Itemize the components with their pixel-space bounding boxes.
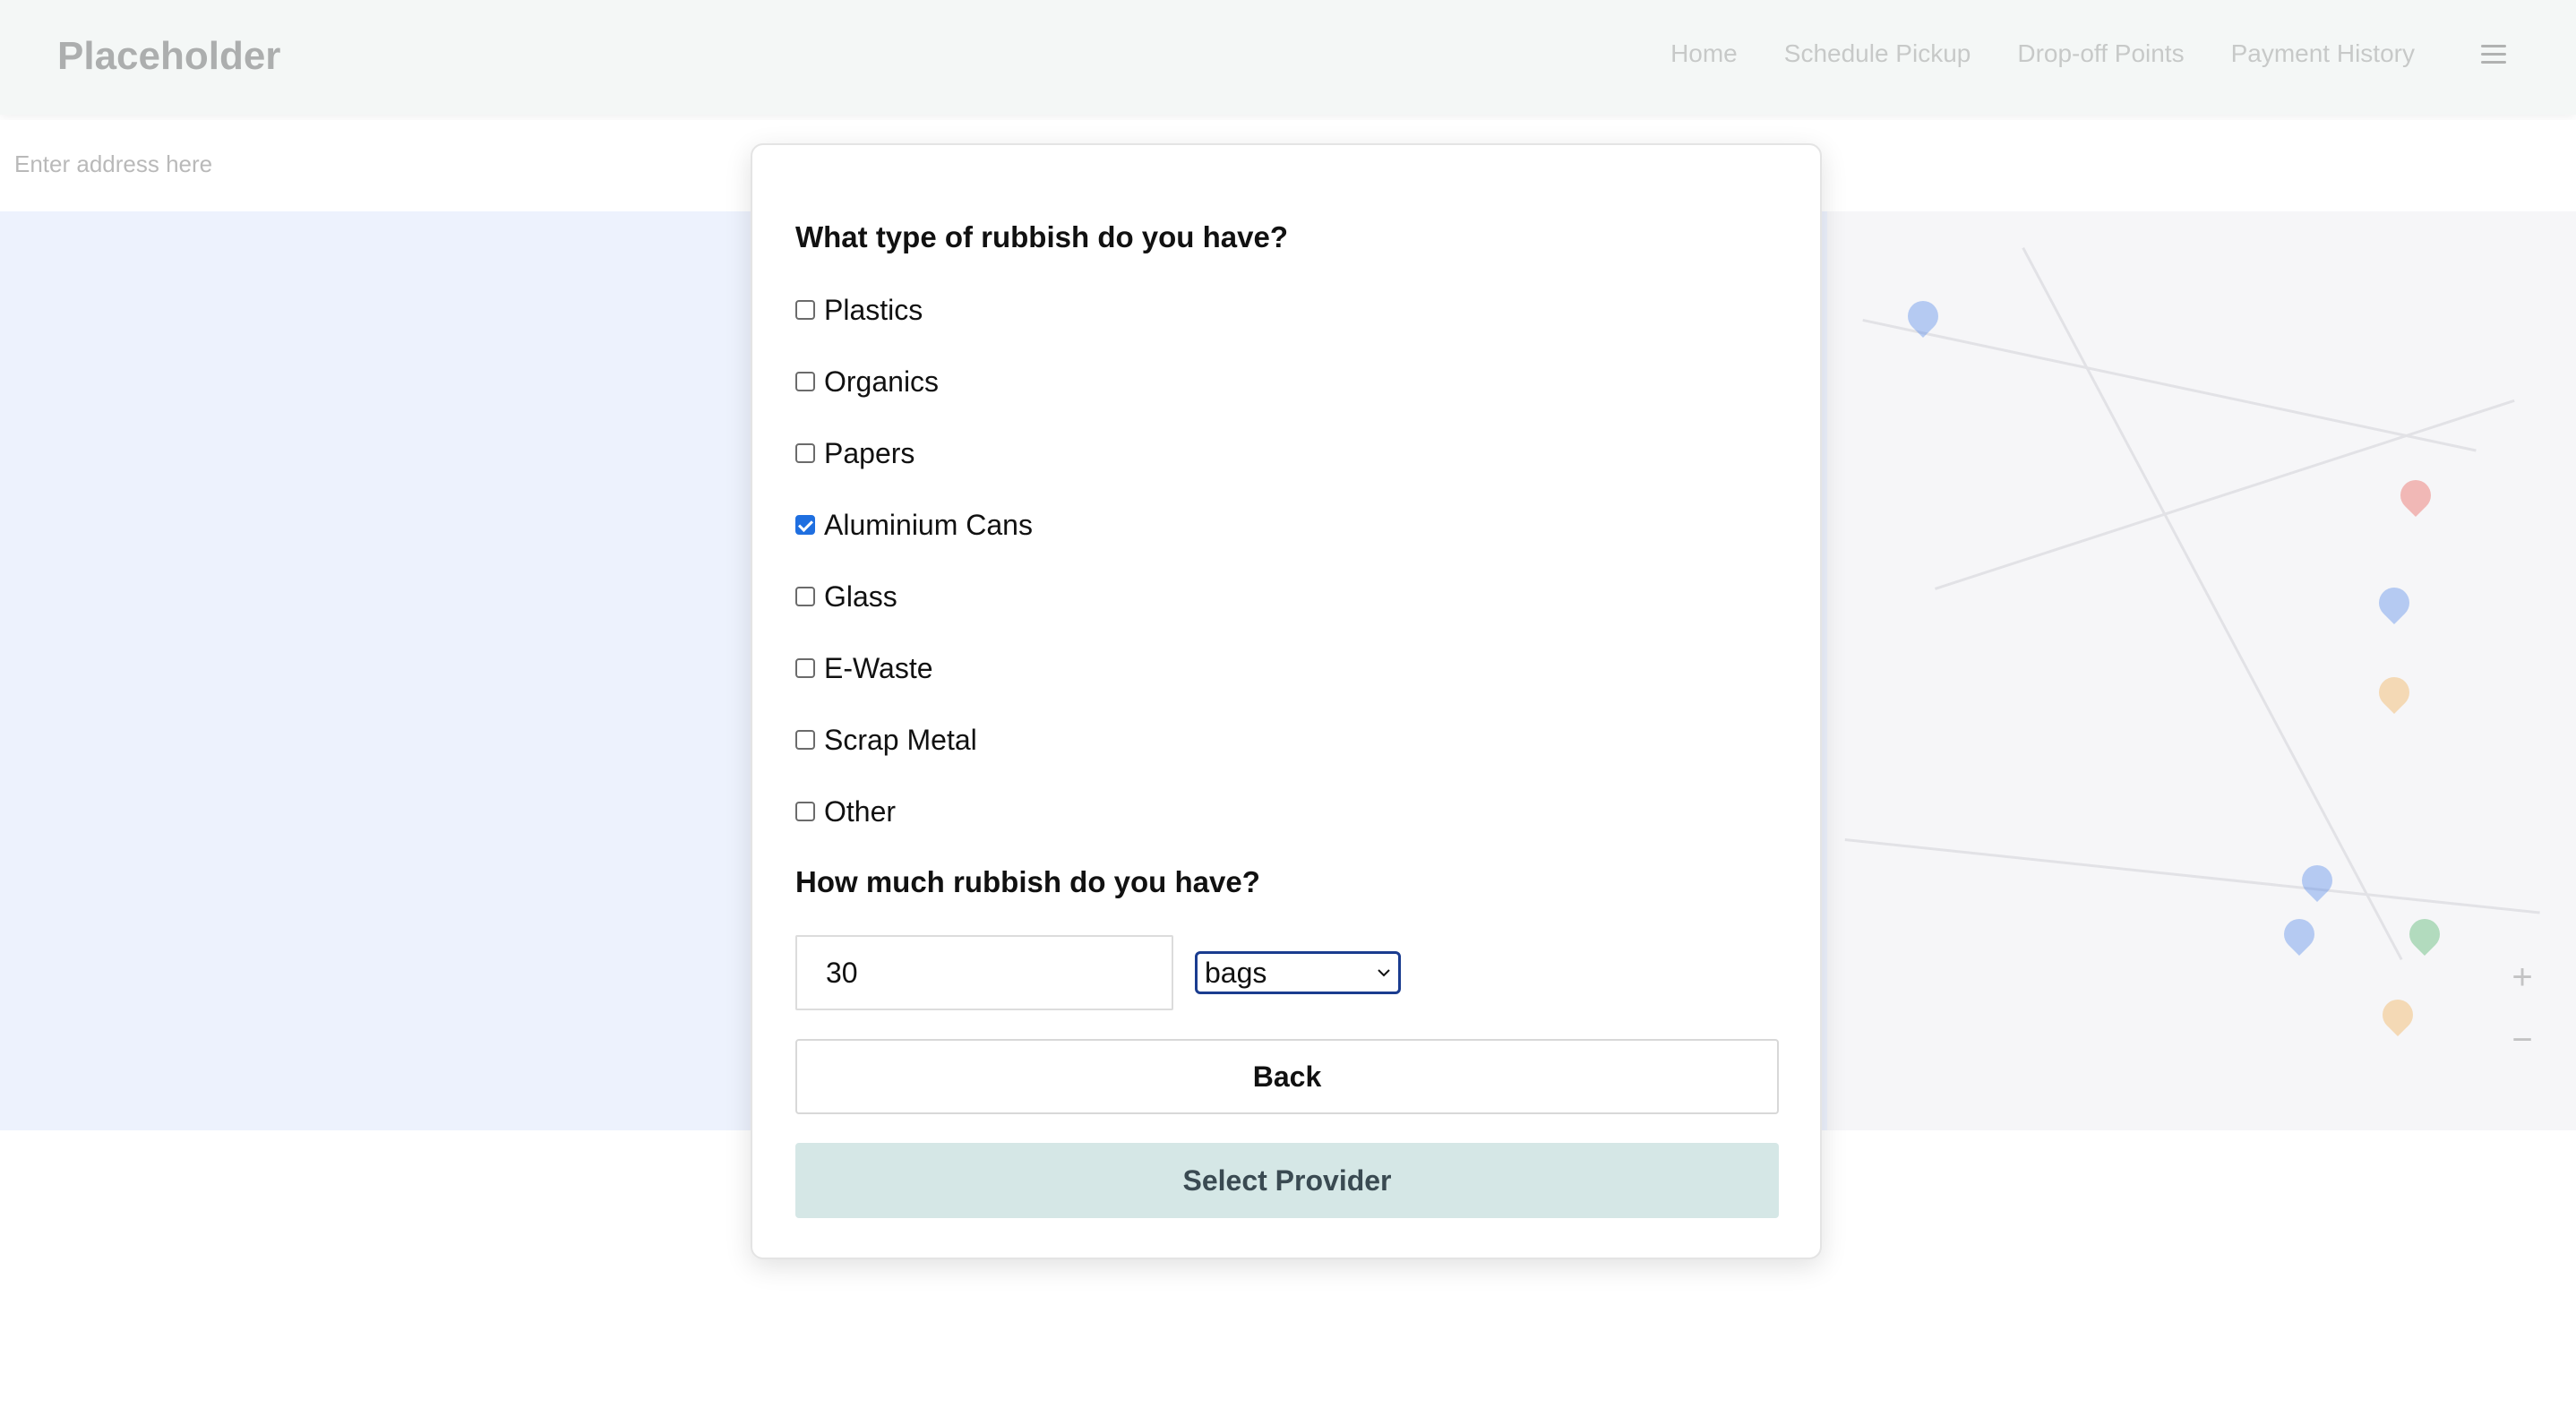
map-pin-icon[interactable] xyxy=(2277,912,2322,957)
option-papers[interactable]: Papers xyxy=(795,434,914,473)
quantity-input[interactable] xyxy=(795,935,1173,1010)
back-button[interactable]: Back xyxy=(795,1039,1779,1114)
option-e-waste[interactable]: E-Waste xyxy=(795,648,933,688)
chevron-down-icon xyxy=(1378,969,1390,977)
map-road xyxy=(2022,247,2403,961)
rubbish-details-modal: What type of rubbish do you have? Plasti… xyxy=(751,143,1822,1259)
nav-link-home[interactable]: Home xyxy=(1670,39,1738,68)
checkbox-glass[interactable] xyxy=(795,587,815,606)
option-scrap-metal[interactable]: Scrap Metal xyxy=(795,720,977,760)
option-label: Other xyxy=(824,794,897,828)
zoom-in-icon[interactable]: + xyxy=(2495,946,2549,1009)
map-pin-icon[interactable] xyxy=(2295,858,2340,903)
checkbox-organics[interactable] xyxy=(795,372,815,391)
map-pin-icon[interactable] xyxy=(2372,670,2417,715)
option-label: Organics xyxy=(824,365,940,398)
nav-link-schedule-pickup[interactable]: Schedule Pickup xyxy=(1784,39,1971,68)
rubbish-amount-question: How much rubbish do you have? xyxy=(795,865,1260,898)
option-glass[interactable]: Glass xyxy=(795,577,897,616)
menu-icon[interactable] xyxy=(2481,45,2506,64)
option-label: E-Waste xyxy=(824,651,933,684)
map-pin-icon[interactable] xyxy=(2372,580,2417,625)
map-pin-icon[interactable] xyxy=(2393,473,2438,518)
map-road xyxy=(1844,838,2540,914)
rubbish-type-question: What type of rubbish do you have? xyxy=(795,220,1289,253)
checkbox-other[interactable] xyxy=(795,802,815,821)
checkbox-aluminium-cans[interactable] xyxy=(795,515,815,535)
map-pin-icon[interactable] xyxy=(2375,992,2420,1037)
navbar: Placeholder Home Schedule Pickup Drop-of… xyxy=(0,0,2576,115)
option-plastics[interactable]: Plastics xyxy=(795,290,923,330)
option-other[interactable]: Other xyxy=(795,792,896,831)
option-label: Scrap Metal xyxy=(824,723,977,756)
select-provider-button[interactable]: Select Provider xyxy=(795,1143,1779,1218)
option-label: Papers xyxy=(824,436,915,469)
option-label: Aluminium Cans xyxy=(824,508,1033,541)
option-aluminium-cans[interactable]: Aluminium Cans xyxy=(795,505,1033,545)
option-label: Glass xyxy=(824,580,897,613)
unit-select[interactable]: bags xyxy=(1195,951,1401,994)
option-organics[interactable]: Organics xyxy=(795,362,939,401)
zoom-out-icon[interactable]: − xyxy=(2495,1009,2549,1071)
map-pin-icon[interactable] xyxy=(2402,912,2447,957)
checkbox-plastics[interactable] xyxy=(795,300,815,320)
brand-logo[interactable]: Placeholder xyxy=(57,34,280,79)
checkbox-e-waste[interactable] xyxy=(795,658,815,678)
map-zoom-controls: + − xyxy=(2495,946,2549,1071)
map-tiles xyxy=(1827,211,2576,1130)
nav-link-drop-off-points[interactable]: Drop-off Points xyxy=(2017,39,2184,68)
unit-select-value: bags xyxy=(1205,956,1267,989)
checkbox-papers[interactable] xyxy=(795,443,815,463)
nav-links: Home Schedule Pickup Drop-off Points Pay… xyxy=(1670,39,2415,68)
checkbox-scrap-metal[interactable] xyxy=(795,730,815,750)
option-label: Plastics xyxy=(824,293,923,326)
map-road xyxy=(1862,319,2477,452)
nav-link-payment-history[interactable]: Payment History xyxy=(2231,39,2415,68)
